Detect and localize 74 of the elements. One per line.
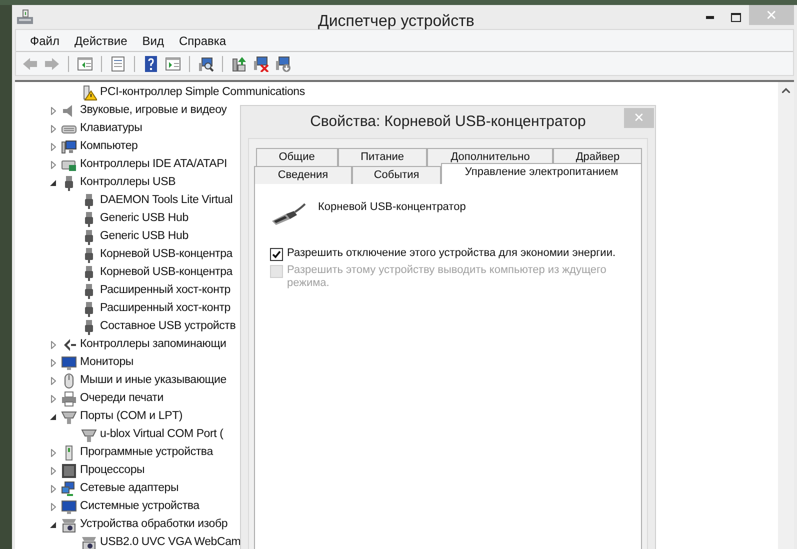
printer-icon	[61, 391, 77, 407]
computer-icon	[61, 139, 77, 155]
tree-item[interactable]: Программные устройства	[80, 444, 213, 462]
dialog-title: Свойства: Корневой USB-концентратор	[310, 112, 586, 132]
tree-item[interactable]: PCI-контроллер Simple Communications	[100, 84, 305, 102]
collapsed-arrow-icon[interactable]	[50, 161, 56, 169]
checkbox[interactable]	[270, 248, 283, 261]
usb-plug-icon	[270, 202, 306, 226]
monitor-icon	[61, 499, 77, 515]
checkbox-label: Разрешить отключение этого устройства для экономии энергии.	[287, 247, 617, 260]
tree-item[interactable]: Generic USB Hub	[100, 210, 188, 228]
tree-item[interactable]: Корневой USB-концентра	[100, 264, 232, 282]
port-connector-icon	[81, 427, 97, 443]
tree-item[interactable]: Контроллеры запоминающи	[80, 336, 226, 354]
tree-item[interactable]: Составное USB устройств	[100, 318, 236, 336]
tab[interactable]: Питание	[338, 148, 428, 166]
expanded-arrow-icon[interactable]	[50, 180, 56, 186]
tree-item[interactable]: Контроллеры IDE ATA/ATAPI	[80, 156, 228, 174]
tree-item[interactable]: Компьютер	[80, 138, 138, 156]
collapsed-arrow-icon[interactable]	[50, 449, 56, 457]
tree-item[interactable]: Расширенный хост-контр	[100, 282, 230, 300]
collapsed-arrow-icon[interactable]	[50, 359, 56, 367]
menu-item[interactable]: Вид	[136, 32, 170, 50]
processor-chip-icon	[61, 463, 77, 479]
tree-item[interactable]: u-blox Virtual COM Port (	[100, 426, 224, 444]
uninstall-button[interactable]	[251, 54, 271, 74]
menu-item[interactable]: Файл	[24, 32, 66, 50]
tree-item[interactable]: Расширенный хост-контр	[100, 300, 230, 318]
warning-device-icon	[81, 85, 97, 101]
tree-item[interactable]: Корневой USB-концентра	[100, 246, 232, 264]
camera-icon	[61, 517, 77, 533]
window-title: Диспетчер устройств	[318, 12, 474, 32]
minimize-icon[interactable]	[706, 16, 714, 18]
device-manager-icon	[16, 8, 34, 26]
tree-item[interactable]: Процессоры	[80, 462, 145, 480]
collapsed-arrow-icon[interactable]	[50, 485, 56, 493]
tree-item[interactable]: Контроллеры USB	[80, 174, 176, 192]
tree-item[interactable]: Системные устройства	[80, 498, 200, 516]
tab[interactable]: Сведения	[254, 166, 352, 184]
tree-item[interactable]: Звуковые, игровые и видеоу	[80, 102, 227, 120]
maximize-icon[interactable]	[731, 12, 741, 22]
tree-item[interactable]: USB2.0 UVC VGA WebCam	[100, 534, 241, 549]
menu-item[interactable]: Действие	[68, 32, 134, 50]
menu-item[interactable]: Справка	[173, 32, 232, 50]
tree-item[interactable]: Устройства обработки изобр	[80, 516, 228, 534]
checkbox-label: Разрешить этому устройству выводить компьютер из ждущего режима.	[287, 264, 608, 290]
network-adapter-icon	[61, 481, 77, 497]
collapsed-arrow-icon[interactable]	[50, 395, 56, 403]
collapsed-arrow-icon[interactable]	[50, 125, 56, 133]
tab[interactable]: События	[352, 166, 442, 184]
collapsed-arrow-icon[interactable]	[50, 467, 56, 475]
scrollbar[interactable]	[778, 82, 794, 549]
collapsed-arrow-icon[interactable]	[50, 107, 56, 115]
tree-item[interactable]: Мыши и иные указывающие	[80, 372, 226, 390]
collapsed-arrow-icon[interactable]	[50, 341, 56, 349]
collapsed-arrow-icon[interactable]	[50, 143, 56, 151]
tree-item[interactable]: Сетевые адаптеры	[80, 480, 179, 498]
collapsed-arrow-icon[interactable]	[50, 503, 56, 511]
tree-item[interactable]: Мониторы	[80, 354, 134, 372]
collapsed-arrow-icon[interactable]	[50, 377, 56, 385]
tree-item[interactable]: Generic USB Hub	[100, 228, 188, 246]
tree-item[interactable]: Очереди печати	[80, 390, 164, 408]
tab[interactable]: Общие	[256, 148, 338, 166]
port-connector-icon	[61, 409, 77, 425]
device-name: Корневой USB-концентратор	[318, 200, 466, 215]
tab[interactable]: Управление электропитанием	[441, 163, 642, 184]
monitor-icon	[61, 355, 77, 371]
disable-device-button[interactable]	[273, 54, 293, 74]
scroll-up-icon[interactable]	[782, 88, 790, 93]
expanded-arrow-icon[interactable]	[50, 414, 56, 420]
tree-item[interactable]: Порты (COM и LPT)	[80, 408, 183, 426]
tree-item[interactable]: DAEMON Tools Lite Virtual	[100, 192, 233, 210]
expanded-arrow-icon[interactable]	[50, 522, 56, 528]
tree-item[interactable]: Клавиатуры	[80, 120, 142, 138]
